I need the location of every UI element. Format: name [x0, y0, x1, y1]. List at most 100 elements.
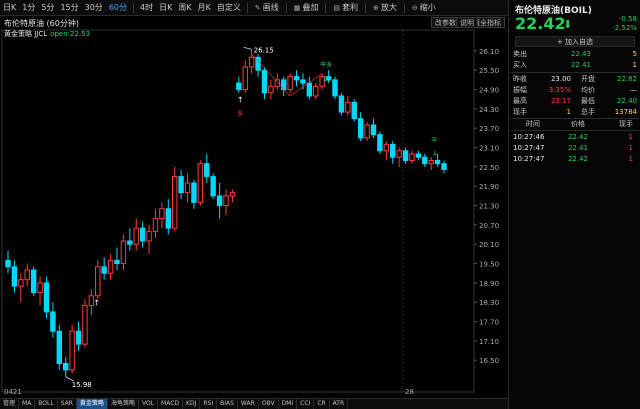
last-price: 22.42	[515, 14, 566, 33]
period-tab-3[interactable]: 15分	[57, 0, 81, 15]
indicator-tab-16[interactable]: ATR	[330, 399, 349, 409]
template-icon: ▤	[333, 3, 340, 12]
candle-body	[30, 269, 37, 294]
toolbar-separator	[285, 2, 287, 13]
indicator-tab-15[interactable]: CR	[314, 399, 330, 409]
y-tick-label: 18.90	[479, 280, 499, 288]
indicator-tab-7[interactable]: MACD	[158, 399, 184, 409]
sell-label: 卖出	[513, 50, 527, 58]
indicator-tab-11[interactable]: WAR	[238, 399, 259, 409]
y-tick-label: 20.10	[479, 241, 499, 249]
x-label-start: 0421	[4, 388, 22, 396]
candle-body	[261, 69, 268, 94]
y-tick-label: 19.50	[479, 261, 499, 269]
help-button[interactable]: 说明	[456, 17, 478, 28]
period-tab-5[interactable]: 60分	[106, 0, 130, 15]
strategy-name: 黄金策略 JJCL	[4, 30, 48, 38]
trade-price: 22.41	[567, 144, 589, 152]
period-tab-7[interactable]: 日K	[156, 0, 175, 15]
y-tick-label: 20.70	[479, 222, 499, 230]
stat-row: 最高 23.17 最低 22.40	[513, 96, 637, 107]
period-tab-6[interactable]: 4时	[137, 0, 156, 15]
indicator-tab-4[interactable]: 黄金策略	[76, 399, 108, 409]
trade-price: 22.42	[567, 155, 589, 163]
candle-body	[293, 76, 300, 81]
sell-price: 22.43	[570, 50, 591, 58]
indicator-tab-6[interactable]: VOL	[139, 399, 159, 409]
period-tab-4[interactable]: 30分	[82, 0, 106, 15]
trade-row: 10:27:47 22.41 1	[513, 143, 637, 154]
app-window: 日K 1分 5分 15分 30分 60分 4时 日K 周K 月K 自定义 ✎ 画线 ▦ 叠加 ▤ 套利 ⊕ 放大 ⊖ 缩…	[0, 0, 640, 409]
down-arrow-icon: ⬇	[563, 18, 573, 31]
tool-button-1[interactable]: ▦ 叠加	[290, 2, 323, 13]
indicator-tab-3[interactable]: SAR	[58, 399, 77, 409]
candle-body	[120, 240, 127, 265]
candlestick-chart[interactable]: 26.10 25.50 24.90 24.30 23.70 23.10 22.50 21.90…	[0, 16, 508, 398]
strategy-legend: 黄金策略 JJCL open:22.53	[4, 29, 90, 39]
tool-button-4[interactable]: ⊖ 缩小	[408, 2, 440, 13]
candle-body	[390, 143, 396, 158]
up-arrow-icon: ↑	[237, 95, 244, 104]
tool-button-2[interactable]: ▤ 套利	[329, 2, 362, 13]
y-tick-label: 16.50	[479, 357, 499, 365]
y-tick-label: 18.30	[479, 299, 499, 307]
indicator-tab-2[interactable]: BOLL	[35, 399, 58, 409]
y-tick-label: 21.30	[479, 203, 499, 211]
quote-panel: 布伦特原油(BOIL) 22.42 ⬇ -0.58 -2.52% + 加入自选 …	[508, 0, 640, 409]
candle-body	[152, 217, 159, 232]
signal-marker: 多	[237, 109, 243, 117]
candle-body	[351, 101, 357, 120]
tool-label: 缩小	[419, 3, 436, 12]
period-tab-8[interactable]: 周K	[175, 0, 194, 15]
toolbar-separator	[403, 2, 405, 13]
period-tab-9[interactable]: 月K	[195, 0, 214, 15]
stat-value: 3.35%	[548, 86, 571, 94]
toolbar-separator	[325, 2, 327, 13]
candle-body	[133, 227, 139, 245]
trade-header: 时间 价格 现手	[513, 119, 637, 130]
tool-button-3[interactable]: ⊕ 放大	[369, 2, 401, 13]
period-tab-1[interactable]: 1分	[19, 0, 38, 15]
candle-body	[82, 304, 88, 345]
candle-body	[364, 124, 370, 139]
indicator-tab-0[interactable]: 管理	[0, 399, 20, 409]
candle-body	[306, 82, 313, 97]
candle-body	[223, 195, 229, 207]
stat-row: 现手 1 总手 13784	[513, 107, 637, 118]
stat-label: 开盘	[581, 75, 595, 83]
stat-value: 22.82	[616, 75, 637, 83]
candle-body	[107, 259, 114, 274]
indicator-tab-8[interactable]: KDJ	[183, 399, 201, 409]
indicator-tab-9[interactable]: RSI	[200, 399, 218, 409]
candle-body	[56, 330, 62, 364]
stat-label: 最低	[581, 97, 595, 105]
tool-label: 放大	[380, 3, 397, 12]
trade-qty: 1	[628, 144, 633, 152]
close-long-signal: 平多	[320, 61, 332, 69]
tool-button-0[interactable]: ✎ 画线	[251, 2, 283, 13]
price-change: -0.58 -2.52%	[612, 15, 637, 33]
stat-row: 振幅 3.35% 均价 —	[513, 85, 637, 96]
indicator-tab-12[interactable]: OBV	[259, 399, 279, 409]
add-watchlist-button[interactable]: + 加入自选	[515, 36, 635, 47]
candle-body	[236, 82, 242, 91]
indicator-tab-14[interactable]: CCI	[297, 399, 315, 409]
indicator-tab-10[interactable]: BIAS	[217, 399, 238, 409]
period-tab-0[interactable]: 日K	[0, 0, 19, 15]
indicator-tab-1[interactable]: MA	[19, 399, 36, 409]
header-qty: 现手	[619, 120, 633, 128]
stat-value: 23.00	[550, 75, 571, 83]
candle-body	[43, 282, 50, 313]
trade-time: 10:27:46	[513, 133, 545, 141]
indicator-tab-5[interactable]: 海龟策略	[108, 399, 139, 409]
candle-body	[5, 259, 11, 268]
down-arrow-icon: ↓	[322, 76, 328, 84]
period-tab-2[interactable]: 5分	[38, 0, 57, 15]
period-tab-10[interactable]: 自定义	[214, 0, 244, 15]
candle-body	[210, 176, 216, 197]
candle-body	[402, 150, 409, 161]
y-tick-label: 21.90	[479, 183, 499, 191]
indicator-tab-13[interactable]: DMI	[279, 399, 298, 409]
candle-body	[178, 176, 184, 194]
zoom-in-icon: ⊕	[372, 3, 379, 12]
